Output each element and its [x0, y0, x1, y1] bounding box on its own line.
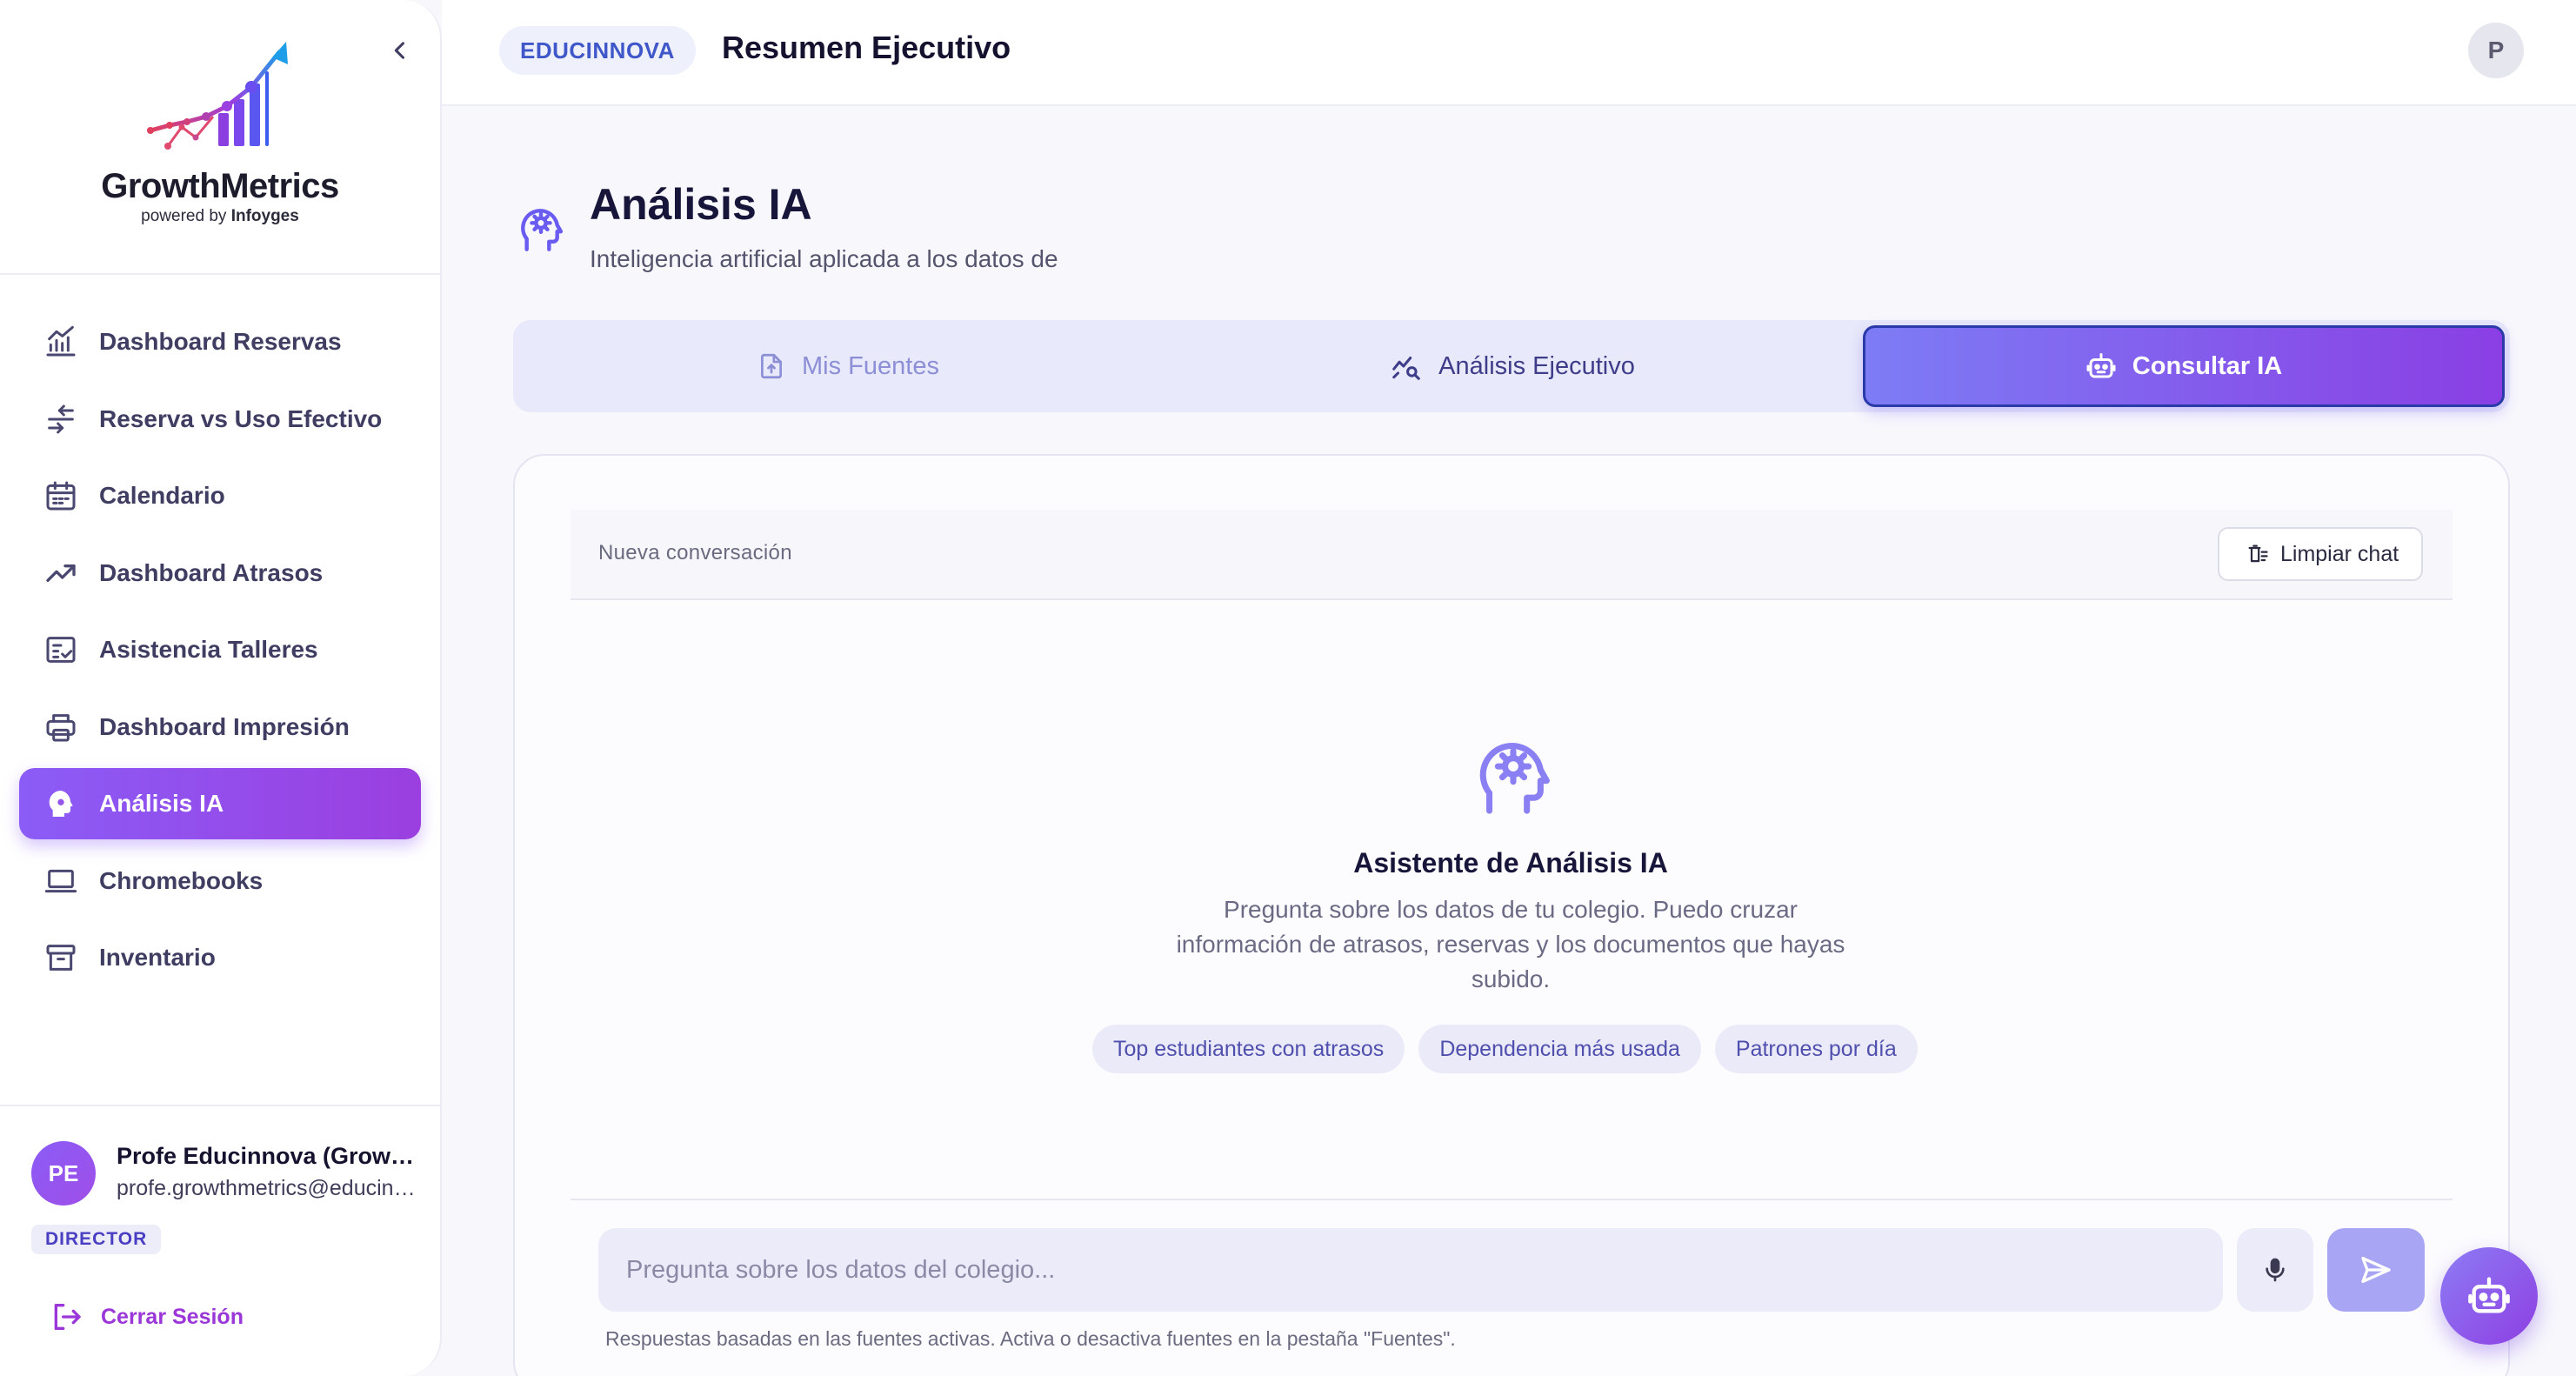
sidebar-item-label: Dashboard Atrasos [99, 558, 324, 586]
file-upload-icon [761, 353, 782, 379]
brand-powered-company: Infoyges [230, 207, 299, 225]
header-avatar[interactable]: P [2468, 23, 2524, 78]
sidebar-item-label: Análisis IA [99, 790, 224, 817]
sidebar-item-label: Inventario [99, 944, 216, 971]
conversation-label: Nueva conversación [598, 541, 792, 564]
suggestion-chip[interactable]: Top estudiantes con atrasos [1092, 1025, 1405, 1073]
growth-logo-icon [147, 42, 288, 150]
tab-label: Mis Fuentes [802, 351, 939, 380]
suggestion-chip[interactable]: Dependencia más usada [1418, 1025, 1701, 1073]
send-icon [2361, 1257, 2391, 1283]
brain-gear-icon [521, 209, 564, 251]
role-badge: DIRECTOR [31, 1225, 162, 1254]
tab-label: Análisis Ejecutivo [1438, 351, 1635, 380]
laptop-icon [44, 869, 77, 892]
user-name: Profe Educinnova (GrowthMetrics) [117, 1143, 421, 1169]
user-avatar[interactable]: PE [31, 1141, 96, 1206]
assistant-description: Pregunta sobre los datos de tu colegio. … [1176, 896, 1845, 992]
printer-icon [46, 713, 76, 741]
sidebar-item-label: Calendario [99, 482, 225, 509]
header-title: Resumen Ejecutivo [722, 30, 1011, 65]
robot-icon [2086, 353, 2116, 378]
chat-input[interactable] [598, 1228, 2223, 1312]
clear-chat-label: Limpiar chat [2280, 541, 2399, 566]
checklist-icon [46, 637, 76, 663]
page-subtitle: Inteligencia artificial aplicada a los d… [590, 245, 1058, 272]
logout-label: Cerrar Sesión [101, 1304, 244, 1329]
chat-footnote: Respuestas basadas en las fuentes activa… [605, 1327, 1456, 1350]
sidebar-item-calendario[interactable]: Calendario [19, 460, 421, 531]
robot-icon [2468, 1277, 2510, 1313]
calendar-icon [46, 481, 76, 511]
microphone-icon [2266, 1258, 2285, 1282]
bar-chart-icon [46, 325, 76, 357]
brand-tagline: powered by Infoyges [141, 207, 299, 226]
sidebar-item-dashboard-reservas[interactable]: Dashboard Reservas [19, 306, 421, 377]
input-divider [571, 1199, 2453, 1200]
trending-up-icon [46, 564, 76, 582]
sidebar-item-asistencia-talleres[interactable]: Asistencia Talleres [19, 614, 421, 685]
chart-search-icon [1392, 356, 1420, 380]
tab-consultar-ia[interactable]: Consultar IA [1863, 325, 2505, 407]
suggestion-chip[interactable]: Patrones por día [1714, 1025, 1918, 1073]
logout-button[interactable]: Cerrar Sesión [49, 1299, 244, 1334]
user-email: profe.growthmetrics@educinnova.cl [117, 1176, 421, 1200]
sidebar-divider [0, 1105, 440, 1106]
brain-gear-icon [49, 791, 73, 817]
brand-logo[interactable]: GrowthMetrics powered by Infoyges [0, 33, 440, 226]
sidebar-item-label: Dashboard Reservas [99, 328, 342, 355]
assistant-title: Asistente de Análisis IA [1353, 847, 1668, 878]
sidebar-item-dashboard-impresion[interactable]: Dashboard Impresión [19, 691, 421, 763]
tab-bar: Mis Fuentes Análisis Ejecutivo Consultar… [513, 320, 2510, 412]
sidebar-item-label: Asistencia Talleres [99, 636, 318, 663]
clear-chat-button[interactable]: Limpiar chat [2218, 527, 2424, 581]
arrows-compare-icon [48, 404, 74, 433]
sidebar: GrowthMetrics powered by Infoyges Dashbo… [0, 0, 442, 1376]
logout-icon [54, 1304, 81, 1330]
sidebar-item-label: Dashboard Impresión [99, 712, 350, 740]
tab-label: Consultar IA [2132, 351, 2283, 380]
sidebar-item-chromebooks[interactable]: Chromebooks [19, 845, 421, 917]
sidebar-item-reserva-vs-uso[interactable]: Reserva vs Uso Efectivo [19, 384, 421, 455]
sidebar-item-dashboard-atrasos[interactable]: Dashboard Atrasos [19, 538, 421, 609]
sidebar-item-label: Reserva vs Uso Efectivo [99, 404, 383, 432]
sidebar-nav: Dashboard Reservas Reserva vs Uso Efecti… [19, 306, 421, 999]
microphone-button[interactable] [2237, 1228, 2313, 1312]
brand-name: GrowthMetrics [101, 167, 339, 205]
chat-header: Nueva conversación Limpiar chat [571, 510, 2453, 600]
tab-analisis-ejecutivo[interactable]: Análisis Ejecutivo [1183, 325, 1842, 407]
brain-gear-icon [1479, 743, 1550, 814]
clear-list-icon [2248, 544, 2268, 563]
sidebar-item-analisis-ia[interactable]: Análisis IA [19, 768, 421, 839]
sidebar-item-inventario[interactable]: Inventario [19, 922, 421, 993]
send-button[interactable] [2327, 1228, 2425, 1312]
assistant-fab-button[interactable] [2440, 1247, 2538, 1345]
sidebar-item-label: Chromebooks [99, 866, 264, 894]
top-bar: EDUCINNOVA Resumen Ejecutivo P [442, 0, 2576, 106]
tab-mis-fuentes[interactable]: Mis Fuentes [518, 325, 1178, 407]
suggestion-chips: Top estudiantes con atrasos Dependencia … [1092, 1025, 1932, 1073]
archive-icon [46, 945, 76, 971]
organization-badge[interactable]: EDUCINNOVA [499, 26, 696, 75]
page-title: Análisis IA [590, 180, 812, 229]
sidebar-divider [0, 273, 440, 275]
brand-powered-prefix: powered by [141, 207, 227, 225]
